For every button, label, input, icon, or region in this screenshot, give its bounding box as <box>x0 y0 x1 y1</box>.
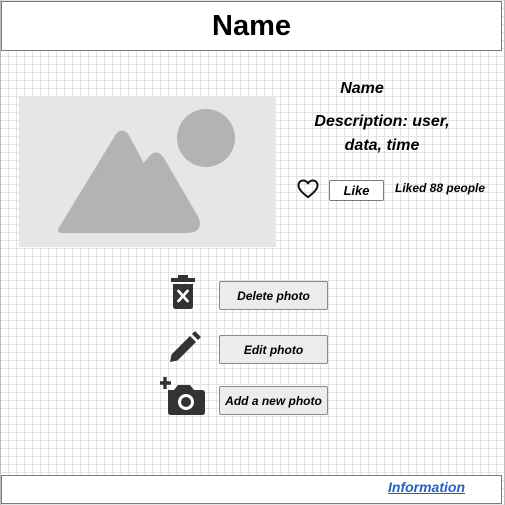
camera-plus-icon[interactable] <box>160 376 206 416</box>
page-title: Name <box>212 9 291 42</box>
photo-description: Description: user, data, time <box>314 113 450 154</box>
image-placeholder-icon <box>58 109 235 233</box>
pencil-icon[interactable] <box>168 330 202 364</box>
like-button-label: Like <box>343 183 370 198</box>
information-link[interactable]: Information <box>388 479 465 495</box>
add-new-photo-label: Add a new photo <box>225 393 322 408</box>
add-new-photo-button[interactable]: Add a new photo <box>219 386 328 415</box>
likes-count: Liked 88 people <box>395 181 486 195</box>
edit-photo-button[interactable]: Edit photo <box>219 335 328 364</box>
edit-photo-label: Edit photo <box>243 342 304 357</box>
photo-name: Name <box>340 80 384 97</box>
trash-x-icon[interactable] <box>167 274 199 310</box>
heart-outline-icon[interactable] <box>297 179 319 199</box>
page-border-left <box>0 0 1 505</box>
footer-bar: Information <box>1 475 502 504</box>
photo-image <box>19 96 276 247</box>
grid-background <box>0 0 505 505</box>
delete-photo-button[interactable]: Delete photo <box>219 281 328 310</box>
header-bar: Name <box>1 1 502 51</box>
delete-photo-label: Delete photo <box>237 288 310 303</box>
like-button[interactable]: Like <box>329 180 384 201</box>
